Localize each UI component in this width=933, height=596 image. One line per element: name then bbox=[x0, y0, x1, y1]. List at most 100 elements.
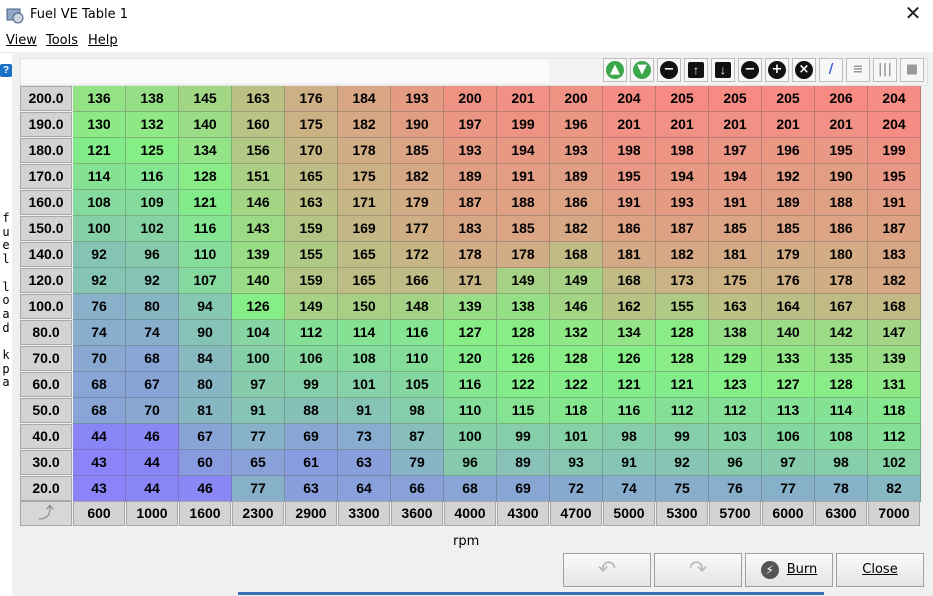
table-cell[interactable]: 118 bbox=[550, 398, 603, 424]
columns-button[interactable]: ||| bbox=[873, 58, 897, 82]
rpm-axis-cell[interactable]: 6000 bbox=[762, 501, 814, 526]
table-cell[interactable]: 199 bbox=[868, 138, 921, 164]
table-cell[interactable]: 114 bbox=[338, 320, 391, 346]
table-cell[interactable]: 205 bbox=[709, 86, 762, 112]
table-cell[interactable]: 186 bbox=[603, 216, 656, 242]
table-cell[interactable]: 66 bbox=[391, 476, 444, 502]
menu-view[interactable]: View bbox=[6, 33, 37, 48]
arrow-down-button[interactable]: ↓ bbox=[711, 58, 735, 82]
table-cell[interactable]: 130 bbox=[73, 112, 126, 138]
table-cell[interactable]: 74 bbox=[73, 320, 126, 346]
table-cell[interactable]: 164 bbox=[762, 294, 815, 320]
table-cell[interactable]: 96 bbox=[126, 242, 179, 268]
table-cell[interactable]: 121 bbox=[73, 138, 126, 164]
table-cell[interactable]: 92 bbox=[656, 450, 709, 476]
table-cell[interactable]: 110 bbox=[179, 242, 232, 268]
table-cell[interactable]: 43 bbox=[73, 476, 126, 502]
table-cell[interactable]: 104 bbox=[232, 320, 285, 346]
table-cell[interactable]: 91 bbox=[232, 398, 285, 424]
table-cell[interactable]: 101 bbox=[338, 372, 391, 398]
table-cell[interactable]: 140 bbox=[232, 268, 285, 294]
table-cell[interactable]: 184 bbox=[338, 86, 391, 112]
table-cell[interactable]: 189 bbox=[762, 190, 815, 216]
table-cell[interactable]: 139 bbox=[444, 294, 497, 320]
table-cell[interactable]: 69 bbox=[285, 424, 338, 450]
table-cell[interactable]: 91 bbox=[603, 450, 656, 476]
table-cell[interactable]: 163 bbox=[709, 294, 762, 320]
table-cell[interactable]: 46 bbox=[126, 424, 179, 450]
table-cell[interactable]: 43 bbox=[73, 450, 126, 476]
table-cell[interactable]: 143 bbox=[232, 216, 285, 242]
table-cell[interactable]: 204 bbox=[868, 112, 921, 138]
table-cell[interactable]: 148 bbox=[391, 294, 444, 320]
table-cell[interactable]: 92 bbox=[126, 268, 179, 294]
table-cell[interactable]: 172 bbox=[391, 242, 444, 268]
table-cell[interactable]: 108 bbox=[73, 190, 126, 216]
table-cell[interactable]: 44 bbox=[73, 424, 126, 450]
rpm-axis-cell[interactable]: 2300 bbox=[232, 501, 284, 526]
table-cell[interactable]: 163 bbox=[285, 190, 338, 216]
table-cell[interactable]: 77 bbox=[762, 476, 815, 502]
table-cell[interactable]: 70 bbox=[73, 346, 126, 372]
pencil-button[interactable]: / bbox=[819, 58, 843, 82]
table-cell[interactable]: 67 bbox=[126, 372, 179, 398]
close-button[interactable]: Close bbox=[836, 553, 924, 587]
table-cell[interactable]: 77 bbox=[232, 476, 285, 502]
rpm-axis-cell[interactable]: 1000 bbox=[126, 501, 178, 526]
table-cell[interactable]: 134 bbox=[603, 320, 656, 346]
table-cell[interactable]: 135 bbox=[815, 346, 868, 372]
table-cell[interactable]: 98 bbox=[603, 424, 656, 450]
table-cell[interactable]: 121 bbox=[179, 190, 232, 216]
table-cell[interactable]: 191 bbox=[709, 190, 762, 216]
table-cell[interactable]: 140 bbox=[179, 112, 232, 138]
table-cell[interactable]: 129 bbox=[709, 346, 762, 372]
table-cell[interactable]: 178 bbox=[815, 268, 868, 294]
table-cell[interactable]: 128 bbox=[656, 320, 709, 346]
table-cell[interactable]: 123 bbox=[709, 372, 762, 398]
table-cell[interactable]: 160 bbox=[232, 112, 285, 138]
table-cell[interactable]: 181 bbox=[709, 242, 762, 268]
table-cell[interactable]: 194 bbox=[709, 164, 762, 190]
load-axis-cell[interactable]: 160.0 bbox=[20, 190, 72, 215]
table-cell[interactable]: 65 bbox=[232, 450, 285, 476]
help-icon[interactable]: ? bbox=[0, 64, 12, 77]
menu-tools[interactable]: Tools bbox=[46, 33, 78, 48]
table-cell[interactable]: 98 bbox=[815, 450, 868, 476]
table-cell[interactable]: 68 bbox=[73, 372, 126, 398]
table-cell[interactable]: 191 bbox=[497, 164, 550, 190]
rpm-axis-cell[interactable]: 4000 bbox=[444, 501, 496, 526]
table-cell[interactable]: 122 bbox=[550, 372, 603, 398]
table-cell[interactable]: 126 bbox=[603, 346, 656, 372]
load-axis-cell[interactable]: 200.0 bbox=[20, 86, 72, 111]
table-cell[interactable]: 142 bbox=[815, 320, 868, 346]
cell-button[interactable]: ■ bbox=[900, 58, 924, 82]
table-cell[interactable]: 126 bbox=[232, 294, 285, 320]
table-cell[interactable]: 80 bbox=[179, 372, 232, 398]
table-cell[interactable]: 185 bbox=[762, 216, 815, 242]
rows-button[interactable]: ≡ bbox=[846, 58, 870, 82]
table-cell[interactable]: 76 bbox=[709, 476, 762, 502]
table-cell[interactable]: 201 bbox=[656, 112, 709, 138]
load-axis-cell[interactable]: 80.0 bbox=[20, 320, 72, 345]
table-cell[interactable]: 107 bbox=[179, 268, 232, 294]
rpm-axis-cell[interactable]: 1600 bbox=[179, 501, 231, 526]
table-cell[interactable]: 133 bbox=[762, 346, 815, 372]
table-cell[interactable]: 138 bbox=[126, 86, 179, 112]
table-cell[interactable]: 200 bbox=[550, 86, 603, 112]
table-cell[interactable]: 155 bbox=[656, 294, 709, 320]
table-cell[interactable]: 68 bbox=[126, 346, 179, 372]
table-cell[interactable]: 112 bbox=[709, 398, 762, 424]
table-cell[interactable]: 190 bbox=[815, 164, 868, 190]
table-cell[interactable]: 179 bbox=[391, 190, 444, 216]
minus-circle-button[interactable]: − bbox=[657, 58, 681, 82]
rpm-axis-cell[interactable]: 6300 bbox=[815, 501, 867, 526]
table-cell[interactable]: 140 bbox=[762, 320, 815, 346]
table-cell[interactable]: 193 bbox=[391, 86, 444, 112]
table-cell[interactable]: 146 bbox=[550, 294, 603, 320]
load-axis-cell[interactable]: 170.0 bbox=[20, 164, 72, 189]
table-cell[interactable]: 197 bbox=[709, 138, 762, 164]
table-cell[interactable]: 109 bbox=[126, 190, 179, 216]
table-cell[interactable]: 139 bbox=[232, 242, 285, 268]
rpm-axis-cell[interactable]: 4300 bbox=[497, 501, 549, 526]
table-cell[interactable]: 186 bbox=[550, 190, 603, 216]
